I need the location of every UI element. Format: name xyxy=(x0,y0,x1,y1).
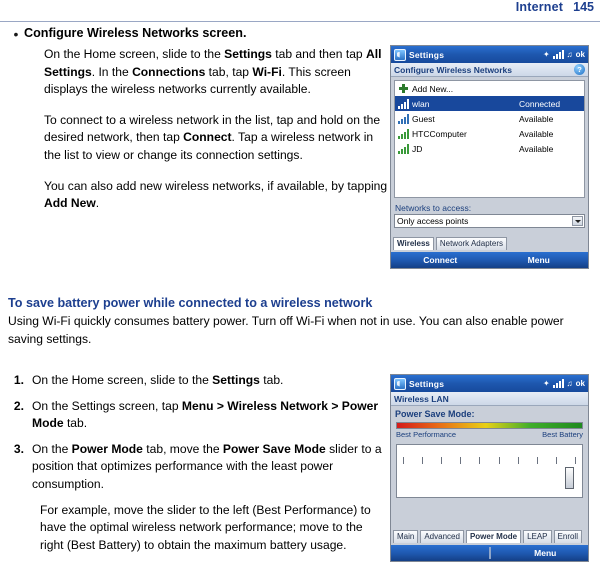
device-softkey-bar: Connect Menu xyxy=(391,252,588,268)
bullet-marker: • xyxy=(13,26,19,42)
device-titlebar: Settings ✦ ♫ ok xyxy=(391,46,588,63)
ok-button[interactable]: ok xyxy=(576,50,585,59)
signal-strength-icon xyxy=(552,50,564,59)
network-status: Available xyxy=(519,128,554,139)
paragraph-3: You can also add new wireless networks, … xyxy=(44,178,388,211)
label-best-battery: Best Battery xyxy=(542,430,583,439)
paragraph-1: On the Home screen, slide to the Setting… xyxy=(44,47,382,97)
tab-main[interactable]: Main xyxy=(393,530,419,543)
network-name: JD xyxy=(412,143,423,154)
tab-power-mode[interactable]: Power Mode xyxy=(465,530,522,543)
wifi-signal-icon xyxy=(398,143,409,154)
bullet-heading: Configure Wireless Networks screen. xyxy=(24,24,246,42)
plus-icon xyxy=(398,83,409,94)
titlebar-app-name: Settings xyxy=(409,49,445,60)
titlebar-status-icons: ✦ ♫ ok xyxy=(543,46,585,63)
screenshot-configure-wireless-networks: Settings ✦ ♫ ok Configure Wireless Netwo… xyxy=(390,45,589,269)
content-area: • Configure Wireless Networks screen. On… xyxy=(8,24,592,210)
signal-strength-icon xyxy=(552,379,564,388)
network-status: Available xyxy=(519,143,554,154)
paragraph-2: To connect to a wireless network in the … xyxy=(44,112,381,162)
start-icon[interactable] xyxy=(394,48,406,61)
network-status: Connected xyxy=(519,98,561,109)
power-scale: Best Performance Best Battery xyxy=(396,422,583,439)
tab-advanced[interactable]: Advanced xyxy=(420,530,464,543)
device-softkey-bar: Menu xyxy=(391,545,588,561)
tab-enroll[interactable]: Enroll xyxy=(553,530,582,543)
step-item: 3. On the Power Mode tab, move the Power… xyxy=(8,441,388,494)
device-tabbar: Main Advanced Power Mode LEAP Enroll xyxy=(393,530,586,543)
tab-leap[interactable]: LEAP xyxy=(523,530,552,543)
step-number: 3. xyxy=(13,441,24,456)
page-header: Internet 145 xyxy=(0,0,600,22)
label-best-performance: Best Performance xyxy=(396,430,457,439)
device-titlebar: Settings ✦ ♫ ok xyxy=(391,375,588,392)
networks-to-access-value: Only access points xyxy=(397,216,469,226)
titlebar-app-name: Settings xyxy=(409,378,445,389)
bluetooth-icon: ✦ xyxy=(542,378,550,388)
networks-to-access-label: Networks to access: xyxy=(395,203,472,213)
step-closing-paragraph: For example, move the slider to the left… xyxy=(40,502,371,552)
bluetooth-icon: ✦ xyxy=(542,49,550,59)
subheader-title: Wireless LAN xyxy=(394,393,449,404)
help-icon[interactable]: ? xyxy=(574,64,585,75)
add-new-label: Add New... xyxy=(412,83,454,94)
bullet-heading-bold: Configure Wireless Networks screen xyxy=(24,26,243,40)
power-scale-labels: Best Performance Best Battery xyxy=(396,430,583,439)
subheader-title: Configure Wireless Networks xyxy=(394,64,513,75)
step-text: On the Power Mode tab, move the Power Sa… xyxy=(32,441,382,491)
volume-icon: ♫ xyxy=(566,378,573,388)
bullet-body: On the Home screen, slide to the Setting… xyxy=(44,46,389,213)
device-tabbar: Wireless Network Adapters xyxy=(393,237,586,250)
list-item[interactable]: Guest Available xyxy=(395,111,584,126)
volume-icon: ♫ xyxy=(566,49,573,59)
device-subheader: Wireless LAN xyxy=(391,392,588,406)
step-text: On the Home screen, slide to the Setting… xyxy=(32,373,284,387)
bullet-heading-tail: . xyxy=(242,26,247,40)
slider-ticks xyxy=(403,457,576,464)
header-section-title: Internet xyxy=(515,0,564,14)
section-body: Using Wi-Fi quickly consumes battery pow… xyxy=(8,314,564,346)
network-status: Available xyxy=(519,113,554,124)
chevron-down-icon[interactable] xyxy=(572,216,583,226)
device-subheader: Configure Wireless Networks ? xyxy=(391,63,588,77)
slider-thumb[interactable] xyxy=(565,467,574,489)
page-number: 145 xyxy=(573,0,594,14)
list-item[interactable]: JD Available xyxy=(395,141,584,156)
numbered-steps: 1. On the Home screen, slide to the Sett… xyxy=(8,372,388,562)
step-number: 2. xyxy=(13,398,24,413)
tab-network-adapters[interactable]: Network Adapters xyxy=(435,237,507,250)
step-text: On the Settings screen, tap Menu > Wirel… xyxy=(32,398,379,431)
header-divider xyxy=(0,21,600,22)
network-name: HTCComputer xyxy=(412,128,467,139)
softkey-menu[interactable]: Menu xyxy=(490,255,589,265)
step-number: 1. xyxy=(13,373,24,387)
titlebar-status-icons: ✦ ♫ ok xyxy=(543,375,585,392)
list-item-add-new[interactable]: Add New... xyxy=(395,81,584,96)
keyboard-icon[interactable] xyxy=(477,547,503,559)
power-gradient-bar xyxy=(396,422,583,429)
wifi-signal-icon xyxy=(398,113,409,124)
section-heading: To save battery power while connected to… xyxy=(8,296,373,310)
ok-button[interactable]: ok xyxy=(576,379,585,388)
networks-to-access-select[interactable]: Only access points xyxy=(394,214,585,228)
wifi-signal-icon xyxy=(398,98,409,109)
list-item[interactable]: HTCComputer Available xyxy=(395,126,584,141)
screenshot-wireless-lan-power-mode: Settings ✦ ♫ ok Wireless LAN Power Save … xyxy=(390,374,589,562)
network-name: wlan xyxy=(412,98,430,109)
power-save-slider[interactable] xyxy=(396,444,583,498)
wireless-network-list[interactable]: Add New... wlan Connected Guest Availabl… xyxy=(394,80,585,198)
start-icon[interactable] xyxy=(394,377,406,390)
network-name: Guest xyxy=(412,113,435,124)
step-item: 1. On the Home screen, slide to the Sett… xyxy=(8,372,388,390)
step-item: 2. On the Settings screen, tap Menu > Wi… xyxy=(8,398,388,433)
power-save-mode-label: Power Save Mode: xyxy=(395,409,475,419)
tab-wireless[interactable]: Wireless xyxy=(393,237,434,250)
list-item[interactable]: wlan Connected xyxy=(395,96,584,111)
softkey-connect[interactable]: Connect xyxy=(391,255,490,265)
softkey-menu[interactable]: Menu xyxy=(503,548,589,558)
wifi-signal-icon xyxy=(398,128,409,139)
bullet-item: • Configure Wireless Networks screen. xyxy=(8,24,592,43)
